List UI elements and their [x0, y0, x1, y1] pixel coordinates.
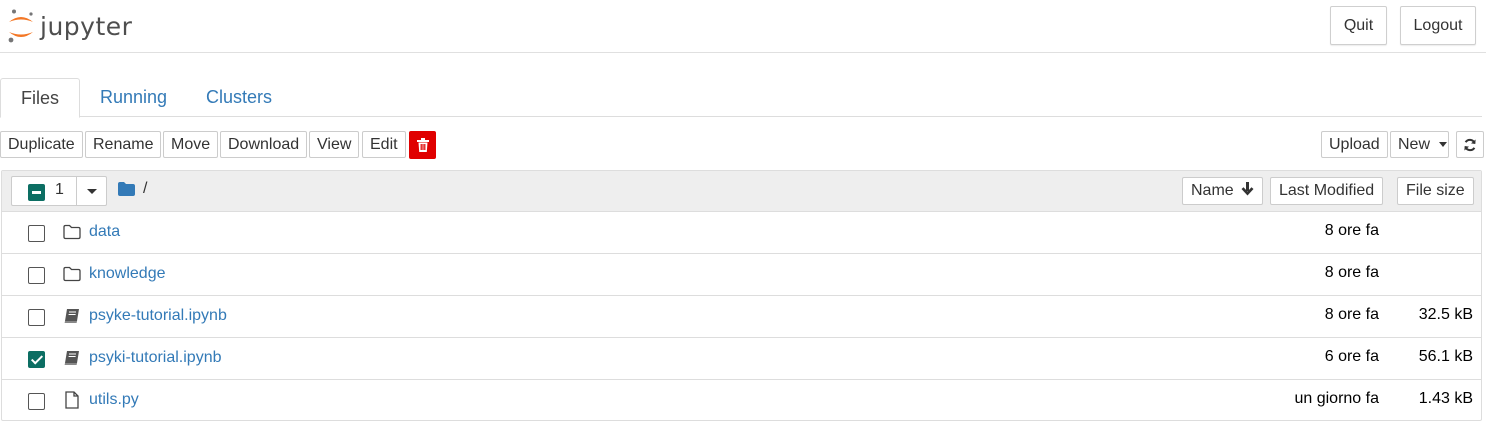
upload-button[interactable]: Upload — [1321, 131, 1388, 158]
jupyter-logo[interactable]: jupyter — [6, 7, 132, 45]
trash-icon — [416, 138, 429, 152]
quit-button[interactable]: Quit — [1330, 6, 1387, 45]
refresh-icon — [1464, 138, 1476, 151]
file-name-link[interactable]: psyke-tutorial.ipynb — [89, 307, 227, 325]
view-button[interactable]: View — [309, 131, 360, 158]
last-modified: 8 ore fa — [1324, 222, 1379, 239]
file-name-link[interactable]: utils.py — [89, 391, 139, 409]
header: jupyter Quit Logout — [0, 0, 1486, 53]
file-list-header: 1 / Name Last Modified File size — [2, 171, 1481, 212]
refresh-button[interactable] — [1456, 131, 1484, 158]
file-name-link[interactable]: psyki-tutorial.ipynb — [89, 349, 222, 367]
sort-modified-button[interactable]: Last Modified — [1270, 177, 1384, 205]
last-modified: 8 ore fa — [1324, 264, 1379, 281]
file-size: 32.5 kB — [1418, 306, 1473, 323]
duplicate-button[interactable]: Duplicate — [0, 131, 83, 158]
sort-size-button[interactable]: File size — [1397, 177, 1474, 205]
move-button[interactable]: Move — [163, 131, 219, 158]
file-list: 1 / Name Last Modified File size data 8 … — [1, 170, 1482, 421]
chevron-down-icon[interactable] — [87, 189, 97, 194]
jupyter-logo-icon — [8, 9, 33, 43]
logout-button[interactable]: Logout — [1400, 6, 1476, 45]
list-item[interactable]: knowledge 8 ore fa — [2, 254, 1481, 296]
breadcrumb-root[interactable]: / — [143, 180, 147, 198]
list-item[interactable]: data 8 ore fa — [2, 212, 1481, 254]
selected-count: 1 — [55, 181, 64, 198]
file-icon — [65, 391, 79, 409]
list-item[interactable]: psyke-tutorial.ipynb 8 ore fa 32.5 kB — [2, 296, 1481, 338]
folder-icon[interactable] — [118, 182, 135, 196]
chevron-down-icon — [1439, 142, 1448, 148]
last-modified: 8 ore fa — [1324, 306, 1379, 323]
logo-text: jupyter — [40, 11, 133, 41]
new-label: New — [1398, 136, 1431, 153]
last-modified: 6 ore fa — [1324, 348, 1379, 365]
tab-clusters[interactable]: Clusters — [186, 78, 292, 117]
tab-running[interactable]: Running — [80, 78, 187, 117]
file-size: 56.1 kB — [1418, 348, 1473, 365]
row-checkbox[interactable] — [28, 225, 45, 242]
sort-name-label: Name — [1191, 182, 1234, 199]
select-all-group[interactable]: 1 — [11, 176, 107, 206]
file-size: 1.43 kB — [1418, 390, 1473, 407]
select-all-checkbox[interactable] — [28, 184, 45, 201]
file-name-link[interactable]: data — [89, 223, 120, 241]
row-checkbox[interactable] — [28, 309, 45, 326]
list-item[interactable]: psyki-tutorial.ipynb 6 ore fa 56.1 kB — [2, 338, 1481, 380]
tab-files[interactable]: Files — [0, 78, 81, 118]
main-tabs: Files Running Clusters — [0, 78, 1482, 118]
breadcrumb: / — [118, 180, 147, 198]
arrow-down-icon — [1241, 182, 1254, 196]
download-button[interactable]: Download — [220, 131, 308, 158]
list-item[interactable]: utils.py un giorno fa 1.43 kB — [2, 380, 1481, 420]
last-modified: un giorno fa — [1294, 390, 1379, 407]
notebook-icon — [64, 309, 79, 323]
notebook-icon — [64, 351, 79, 365]
edit-button[interactable]: Edit — [362, 131, 406, 158]
row-checkbox[interactable] — [28, 267, 45, 284]
delete-button[interactable] — [409, 131, 436, 159]
row-checkbox[interactable] — [28, 393, 45, 410]
file-name-link[interactable]: knowledge — [89, 265, 166, 283]
rename-button[interactable]: Rename — [85, 131, 162, 158]
folder-icon — [63, 266, 81, 282]
new-dropdown-button[interactable]: New — [1390, 131, 1449, 158]
divider — [76, 177, 77, 205]
sort-name-button[interactable]: Name — [1182, 177, 1264, 205]
folder-icon — [63, 224, 81, 240]
row-checkbox[interactable] — [28, 351, 45, 368]
